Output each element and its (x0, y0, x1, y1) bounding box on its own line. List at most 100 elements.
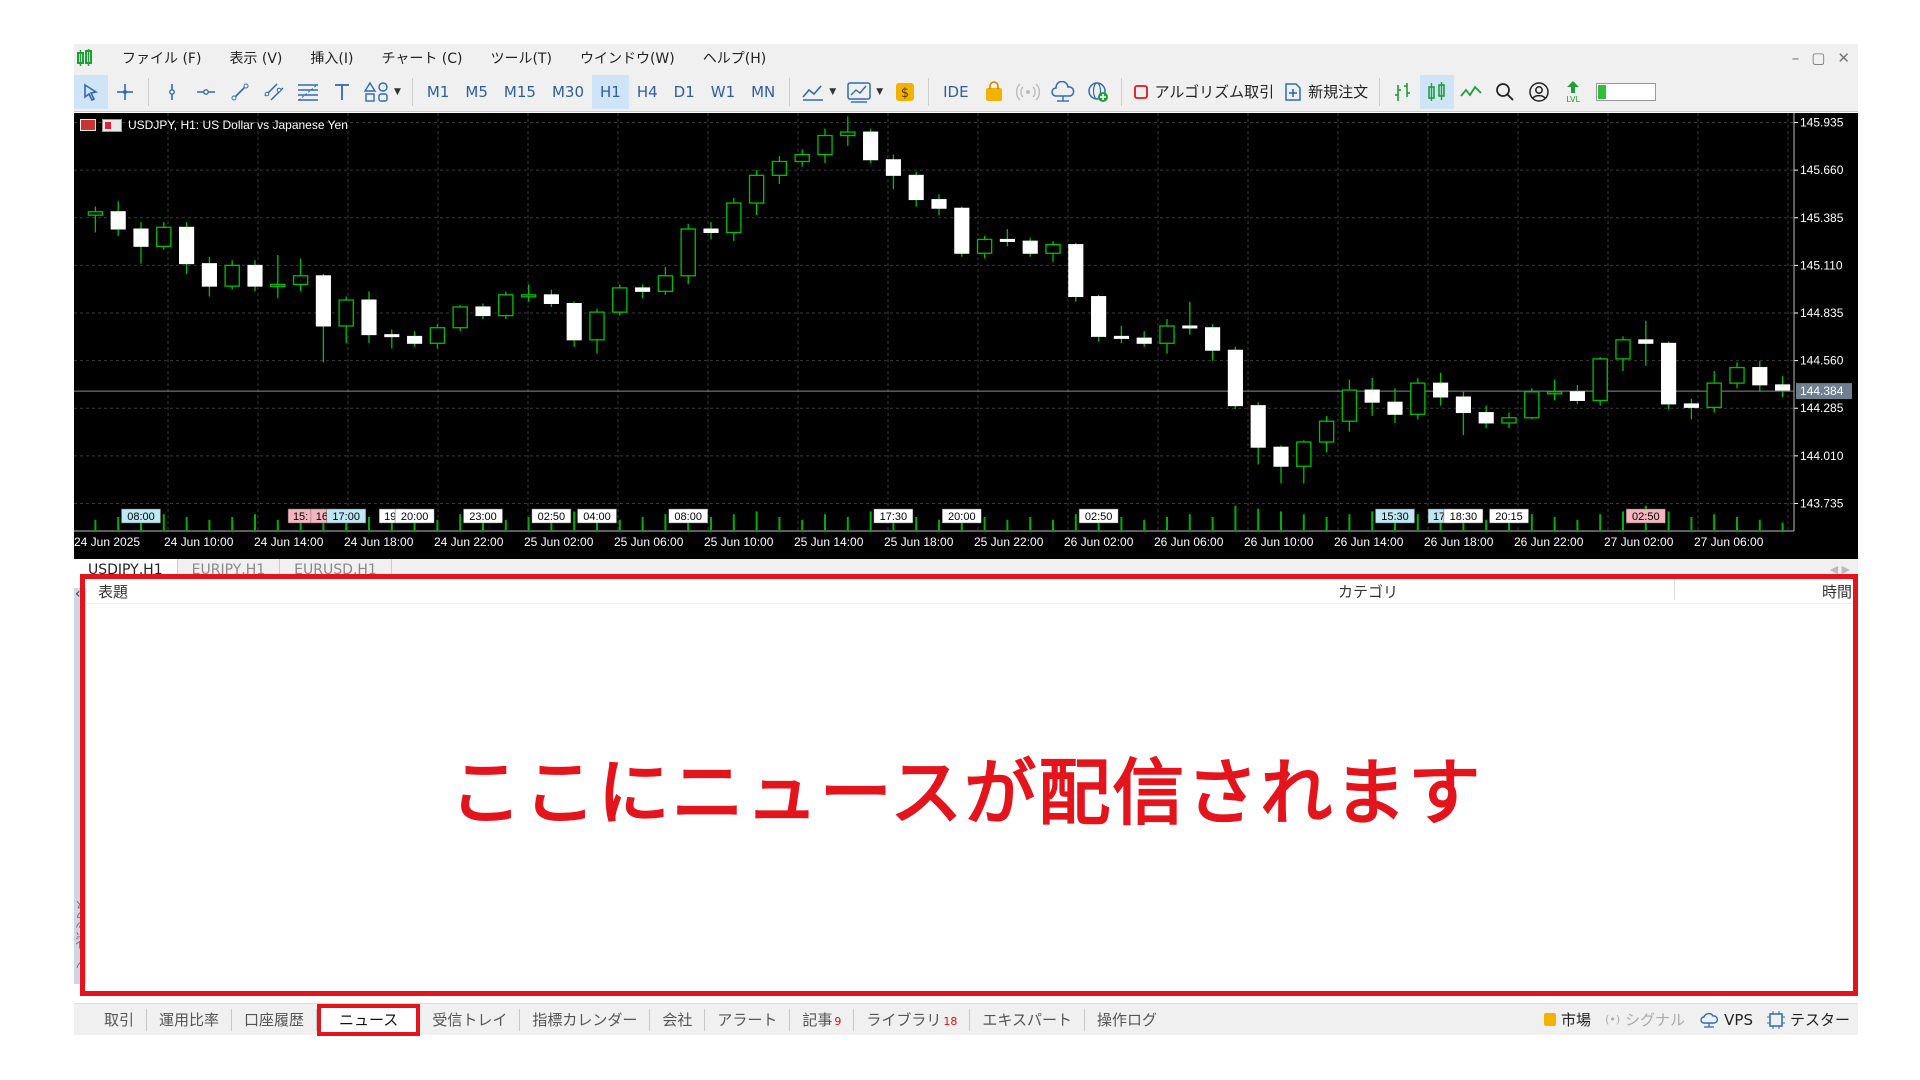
bar-chart-icon[interactable] (1386, 75, 1420, 109)
vertical-line-icon[interactable] (155, 75, 189, 109)
candle-body-bear (1683, 403, 1699, 408)
tab-experts[interactable]: エキスパート (970, 1008, 1085, 1031)
templates-icon[interactable]: ▼ (841, 75, 888, 109)
timeframe-w1[interactable]: W1 (703, 75, 743, 109)
tab-mailbox[interactable]: 受信トレイ (420, 1008, 521, 1031)
main-toolbar: ▼ M1 M5 M15 M30 H1 H4 D1 W1 MN ▼ ▼ $ IDE (74, 72, 1858, 112)
tab-company[interactable]: 会社 (650, 1008, 706, 1031)
timeframe-d1[interactable]: D1 (666, 75, 703, 109)
tab-library-label: ライブラリ (866, 1010, 942, 1029)
algo-trading-button[interactable]: アルゴリズム取引 (1128, 75, 1280, 109)
event-marker-label: 04:00 (583, 511, 611, 523)
ide-button[interactable]: IDE (935, 75, 976, 109)
candle-body-bull (520, 294, 537, 298)
timeframe-h1[interactable]: H1 (591, 74, 629, 109)
price-tick-label: 144.285 (1800, 401, 1844, 415)
tab-journal[interactable]: 操作ログ (1085, 1009, 1169, 1031)
event-marker-label: 02:50 (1085, 511, 1113, 523)
event-marker-label: 08:00 (127, 511, 155, 523)
dropdown-arrow-icon[interactable]: ▼ (829, 87, 836, 97)
market-lock-icon (1544, 1013, 1557, 1026)
menu-view[interactable]: 表示 (V) (215, 48, 296, 68)
event-marker-label: 15: (293, 511, 308, 523)
tab-calendar[interactable]: 指標カレンダー (520, 1008, 651, 1031)
market-status[interactable]: 市場 (1544, 1009, 1591, 1030)
date-tick-label: 25 Jun 10:00 (704, 535, 774, 549)
dollar-icon[interactable]: $ (888, 75, 922, 109)
candle-body-bear (1227, 349, 1243, 407)
dropdown-arrow-icon[interactable]: ▼ (394, 87, 401, 97)
tab-history[interactable]: 口座履歴 (232, 1008, 318, 1031)
vps-cloud-icon (1700, 1012, 1719, 1028)
tester-status[interactable]: テスター (1766, 1009, 1850, 1030)
signals-icon[interactable] (1011, 75, 1045, 109)
candlestick-icon[interactable] (1420, 74, 1455, 109)
menu-insert[interactable]: 挿入(I) (296, 48, 367, 68)
vps-cloud-icon[interactable] (1045, 75, 1081, 109)
timeframe-m1[interactable]: M1 (419, 75, 458, 109)
menu-tools[interactable]: ツール(T) (476, 48, 565, 68)
timeframe-m15[interactable]: M15 (496, 75, 544, 109)
current-price-label: 144.384 (1800, 384, 1844, 398)
shapes-icon[interactable]: ▼ (359, 75, 406, 109)
price-chart[interactable]: 145.935 145.660 145.385 145.110 144.835 144.5… (74, 113, 1858, 559)
candle-body-bull (1045, 243, 1061, 254)
timeframe-h4[interactable]: H4 (629, 75, 666, 109)
equidistant-channel-icon[interactable] (257, 75, 291, 109)
menu-file[interactable]: ファイル (F) (108, 48, 215, 68)
text-tool-icon[interactable] (325, 75, 359, 109)
one-click-trading-icon[interactable] (80, 119, 96, 131)
tab-alerts[interactable]: アラート (705, 1008, 791, 1031)
new-order-button[interactable]: 新規注文 (1279, 75, 1373, 109)
tab-trade[interactable]: 取引 (92, 1008, 148, 1031)
line-chart-icon[interactable] (1454, 75, 1488, 109)
tab-exposure[interactable]: 運用比率 (147, 1008, 233, 1031)
date-tick-label: 24 Jun 22:00 (434, 535, 504, 549)
tab-news[interactable]: ニュース (317, 1003, 421, 1036)
menu-help[interactable]: ヘルプ(H) (689, 48, 780, 68)
cursor-tool-icon[interactable] (74, 74, 108, 109)
chart-canvas[interactable]: 145.935 145.660 145.385 145.110 144.835 144.5… (74, 113, 1858, 559)
timeframe-m30[interactable]: M30 (544, 75, 592, 109)
timeframe-mn[interactable]: MN (743, 75, 783, 109)
candle-body-bear (1661, 342, 1677, 405)
market-bag-icon[interactable] (977, 75, 1011, 109)
candle-body-bull (794, 153, 810, 163)
candle-body-bull (976, 238, 993, 254)
fibonacci-icon[interactable] (291, 75, 325, 109)
timeframe-m5[interactable]: M5 (457, 75, 496, 109)
date-tick-label: 25 Jun 14:00 (794, 535, 864, 549)
candle-body-bear (1136, 337, 1152, 344)
tab-library[interactable]: ライブラリ 18 (854, 1008, 971, 1031)
articles-count-badge: 9 (834, 1014, 842, 1028)
restore-icon[interactable]: ▢ (1811, 49, 1825, 67)
account-icon[interactable] (1522, 75, 1556, 109)
menu-chart[interactable]: チャート (C) (367, 48, 476, 68)
event-marker-label: 20:00 (948, 511, 976, 523)
candle-body-bear (179, 226, 195, 265)
community-globe-icon[interactable] (1081, 75, 1115, 109)
candle-body-bull (771, 160, 788, 176)
vps-status[interactable]: VPS (1699, 1011, 1753, 1029)
mt5-window: ファイル (F) 表示 (V) 挿入(I) チャート (C) ツール(T) ウイ… (74, 44, 1858, 1044)
indicators-icon[interactable]: ▼ (796, 75, 841, 109)
minimize-icon[interactable]: – (1792, 49, 1800, 67)
price-tick-label: 144.835 (1800, 306, 1844, 320)
crosshair-icon[interactable] (108, 75, 142, 109)
candle-body-bull (840, 131, 856, 137)
candle-body-bull (452, 306, 468, 329)
search-icon[interactable] (1488, 75, 1522, 109)
candle-body-bull (748, 174, 765, 204)
close-icon[interactable]: ✕ (1837, 49, 1850, 67)
menu-window[interactable]: ウインドウ(W) (566, 48, 689, 68)
signals-status[interactable]: (•) シグナル (1605, 1009, 1685, 1030)
trendline-icon[interactable] (223, 75, 257, 109)
candle-body-bull (338, 299, 354, 327)
dropdown-arrow-icon[interactable]: ▼ (876, 87, 883, 97)
tab-articles[interactable]: 記事 9 (790, 1008, 855, 1031)
date-tick-label: 24 Jun 18:00 (344, 535, 414, 549)
candle-body-bear (1113, 335, 1129, 339)
horizontal-line-icon[interactable] (189, 75, 223, 109)
candle-body-bear (1205, 327, 1221, 351)
level-upgrade-icon[interactable]: LVL (1556, 75, 1590, 109)
